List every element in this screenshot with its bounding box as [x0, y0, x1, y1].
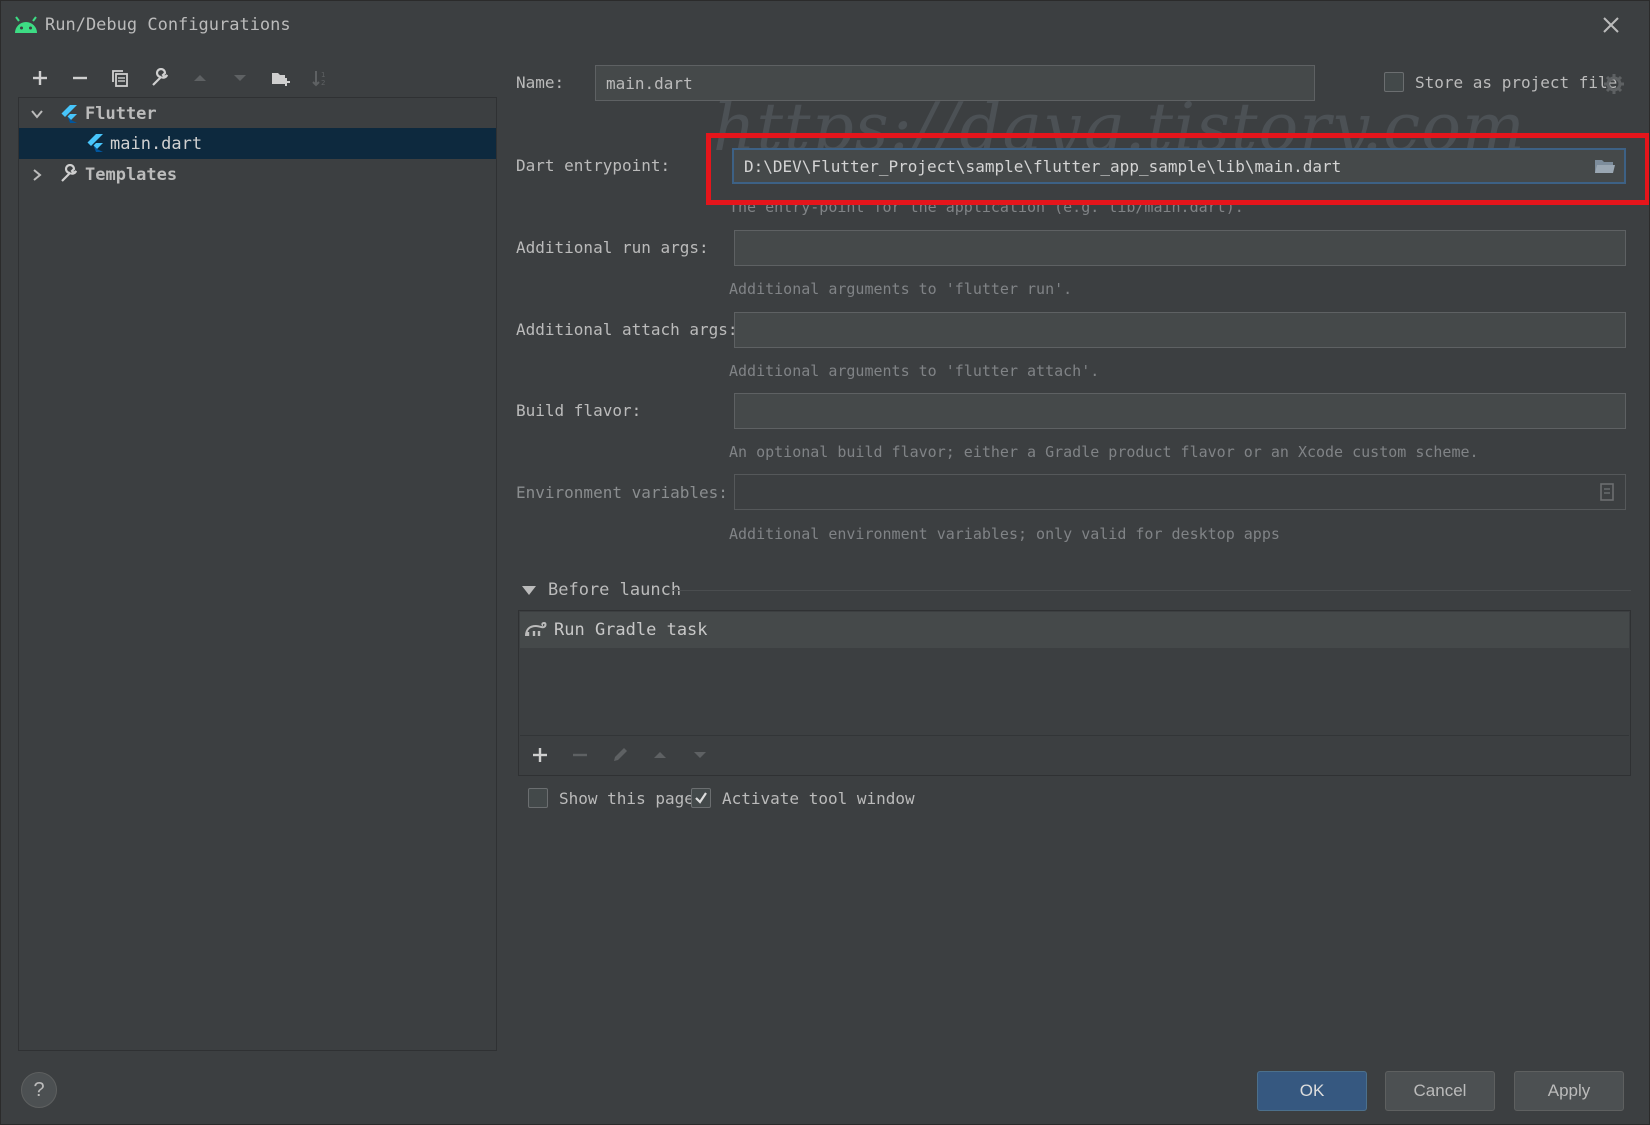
- attach-args-hint: Additional arguments to 'flutter attach'…: [729, 362, 1100, 380]
- env-vars-label: Environment variables:: [516, 483, 728, 502]
- checkmark-icon: [695, 792, 707, 804]
- attach-args-field[interactable]: [734, 312, 1626, 348]
- window-title: Run/Debug Configurations: [45, 15, 291, 35]
- flutter-icon: [61, 105, 77, 123]
- build-flavor-hint: An optional build flavor; either a Gradl…: [729, 443, 1479, 461]
- show-page-checkbox[interactable]: [528, 788, 548, 808]
- store-project-file-label: Store as project file: [1415, 73, 1618, 92]
- move-down-icon[interactable]: [225, 63, 255, 93]
- move-up-icon[interactable]: [650, 745, 670, 765]
- tree-label-main-dart: main.dart: [110, 134, 203, 154]
- cancel-button[interactable]: Cancel: [1385, 1071, 1495, 1111]
- env-vars-field[interactable]: [734, 474, 1626, 510]
- move-up-icon[interactable]: [185, 63, 215, 93]
- run-debug-dialog: Run/Debug Configurations 12 Flutter main…: [0, 0, 1650, 1125]
- name-value: main.dart: [606, 74, 693, 93]
- before-launch-toolbar: [520, 735, 1629, 774]
- before-launch-list: Run Gradle task: [518, 610, 1631, 776]
- list-item[interactable]: Run Gradle task: [520, 612, 1629, 648]
- sort-icon[interactable]: 12: [305, 63, 335, 93]
- tree-item-flutter[interactable]: Flutter: [19, 98, 496, 129]
- apply-button[interactable]: Apply: [1514, 1071, 1624, 1111]
- title-bar: Run/Debug Configurations: [1, 1, 1649, 49]
- remove-icon[interactable]: [65, 63, 95, 93]
- wrench-icon[interactable]: [145, 63, 175, 93]
- show-page-label: Show this page: [559, 789, 694, 808]
- build-flavor-field[interactable]: [734, 393, 1626, 429]
- close-icon[interactable]: [1599, 13, 1623, 37]
- add-icon[interactable]: [530, 745, 550, 765]
- highlight-box: [706, 133, 1649, 205]
- help-button[interactable]: ?: [21, 1072, 57, 1108]
- activate-tool-window-checkbox[interactable]: [691, 788, 711, 808]
- android-icon: [15, 16, 37, 33]
- build-flavor-label: Build flavor:: [516, 401, 642, 420]
- tree-item-templates[interactable]: Templates: [19, 159, 496, 190]
- before-launch-title[interactable]: Before launch: [548, 580, 681, 600]
- name-field[interactable]: main.dart: [595, 65, 1315, 101]
- run-args-label: Additional run args:: [516, 238, 709, 257]
- section-divider: [671, 590, 1631, 591]
- copy-icon[interactable]: [105, 63, 135, 93]
- chevron-right-icon[interactable]: [29, 167, 45, 183]
- name-label: Name:: [516, 73, 565, 92]
- collapse-triangle-icon[interactable]: [521, 584, 537, 596]
- run-args-hint: Additional arguments to 'flutter run'.: [729, 280, 1073, 298]
- store-project-file-checkbox[interactable]: [1384, 72, 1404, 92]
- tree-item-main-dart[interactable]: main.dart: [19, 128, 496, 159]
- config-toolbar: 12: [25, 63, 345, 93]
- gear-icon[interactable]: [1603, 73, 1625, 95]
- new-folder-icon[interactable]: [265, 63, 295, 93]
- entrypoint-label: Dart entrypoint:: [516, 156, 671, 175]
- task-label: Run Gradle task: [554, 620, 708, 640]
- add-icon[interactable]: [25, 63, 55, 93]
- remove-icon[interactable]: [570, 745, 590, 765]
- attach-args-label: Additional attach args:: [516, 320, 738, 339]
- run-args-field[interactable]: [734, 230, 1626, 266]
- ok-button[interactable]: OK: [1257, 1071, 1367, 1111]
- chevron-down-icon[interactable]: [29, 106, 45, 122]
- wrench-icon: [61, 164, 78, 182]
- env-vars-hint: Additional environment variables; only v…: [729, 525, 1280, 543]
- flutter-icon: [87, 134, 103, 152]
- activate-tool-window-label: Activate tool window: [722, 789, 915, 808]
- svg-text:1: 1: [321, 71, 325, 79]
- svg-text:2: 2: [321, 79, 325, 87]
- browse-icon[interactable]: [1599, 483, 1615, 501]
- configuration-tree: Flutter main.dart Templates: [18, 97, 497, 1051]
- move-down-icon[interactable]: [690, 745, 710, 765]
- gradle-icon: [525, 621, 547, 637]
- edit-icon[interactable]: [610, 745, 630, 765]
- tree-label-templates: Templates: [85, 165, 178, 185]
- tree-label-flutter: Flutter: [85, 104, 157, 124]
